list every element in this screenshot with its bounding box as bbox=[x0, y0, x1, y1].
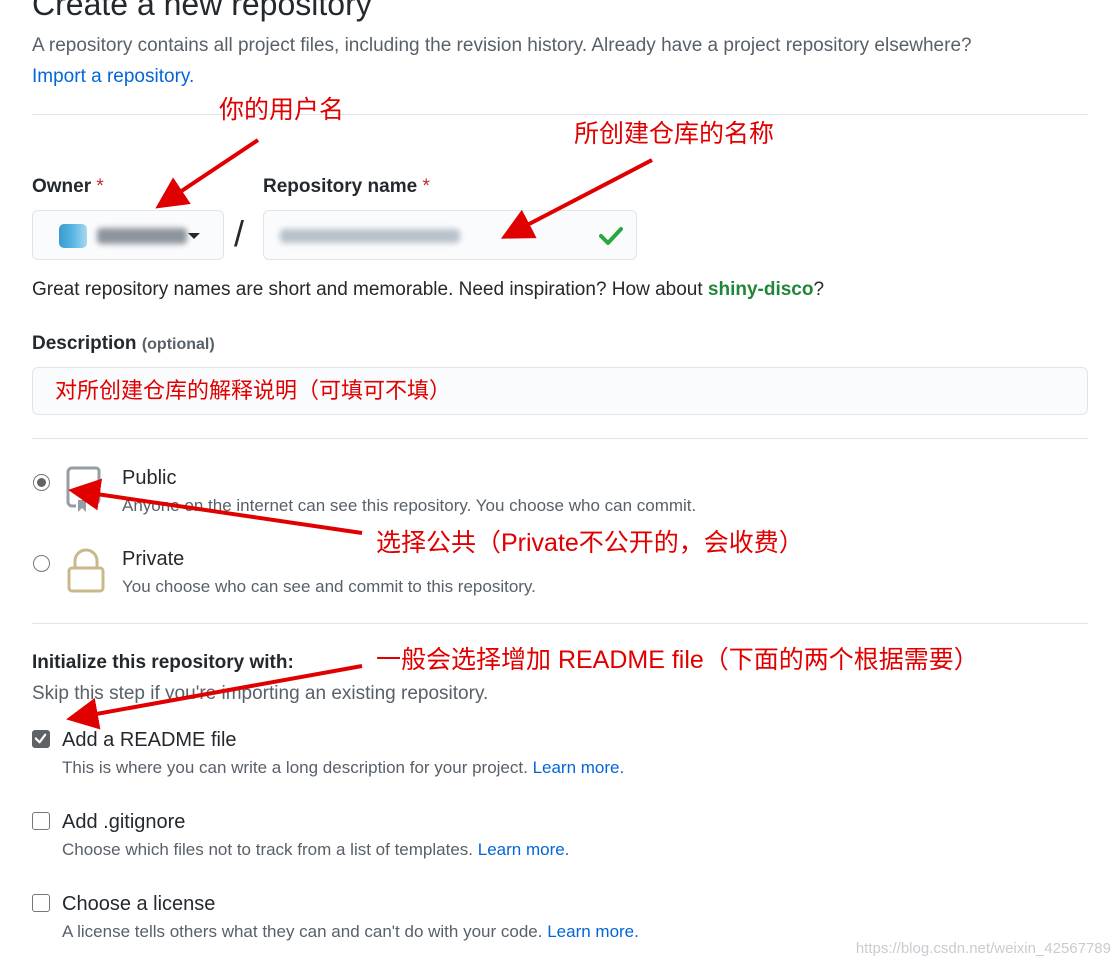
divider bbox=[32, 623, 1088, 624]
repository-name-hint: Great repository names are short and mem… bbox=[32, 279, 825, 300]
gitignore-title: Add .gitignore bbox=[62, 811, 186, 833]
divider bbox=[32, 438, 1088, 439]
gitignore-description: Choose which files not to track from a l… bbox=[62, 840, 570, 859]
repo-icon bbox=[66, 466, 101, 512]
private-description: You choose who can see and commit to thi… bbox=[122, 577, 536, 596]
private-title: Private bbox=[122, 548, 185, 570]
annotation-readme: 一般会选择增加 README file（下面的两个根据需要） bbox=[376, 646, 979, 674]
required-mark: * bbox=[96, 176, 104, 197]
import-repository-link[interactable]: Import a repository. bbox=[32, 65, 194, 89]
description-input[interactable]: 对所创建仓库的解释说明（可填可不填） bbox=[32, 367, 1088, 415]
name-suggestion[interactable]: shiny-disco bbox=[708, 279, 814, 300]
annotation-username: 你的用户名 bbox=[219, 96, 345, 124]
repository-name-label: Repository name * bbox=[263, 176, 430, 197]
license-title: Choose a license bbox=[62, 893, 216, 915]
annotation-repo-name: 所创建仓库的名称 bbox=[574, 120, 775, 148]
watermark: https://blog.csdn.net/weixin_42567789 bbox=[855, 940, 1111, 957]
avatar bbox=[59, 224, 87, 248]
lock-icon bbox=[67, 548, 105, 593]
public-radio[interactable] bbox=[33, 474, 50, 491]
chevron-down-icon bbox=[188, 233, 200, 239]
optional-tag: (optional) bbox=[141, 336, 215, 353]
readme-title: Add a README file bbox=[62, 729, 237, 751]
readme-description: This is where you can write a long descr… bbox=[62, 758, 625, 777]
gitignore-checkbox[interactable] bbox=[32, 812, 50, 830]
owner-select-button[interactable] bbox=[32, 210, 224, 260]
public-description: Anyone on the internet can see this repo… bbox=[122, 496, 697, 515]
private-radio[interactable] bbox=[33, 555, 50, 572]
divider bbox=[32, 114, 1088, 115]
checkmark-icon bbox=[34, 733, 47, 744]
owner-name-redacted bbox=[97, 228, 187, 244]
arrow-to-owner bbox=[155, 138, 260, 209]
readme-learn-more-link[interactable]: Learn more. bbox=[533, 758, 625, 777]
readme-checkbox[interactable] bbox=[32, 730, 50, 748]
repository-name-input[interactable] bbox=[263, 210, 637, 260]
initialize-title: Initialize this repository with: bbox=[32, 652, 294, 673]
license-checkbox[interactable] bbox=[32, 894, 50, 912]
license-description: A license tells others what they can and… bbox=[62, 922, 639, 941]
page-title: Create a new repository bbox=[32, 0, 372, 22]
annotation-public: 选择公共（Private不公开的，会收费） bbox=[376, 529, 804, 557]
owner-repo-separator: / bbox=[234, 213, 245, 254]
intro-text: A repository contains all project files,… bbox=[32, 35, 972, 56]
description-label: Description (optional) bbox=[32, 333, 215, 354]
required-mark: * bbox=[422, 176, 430, 197]
repository-name-redacted bbox=[280, 229, 460, 243]
public-title: Public bbox=[122, 467, 177, 489]
license-learn-more-link[interactable]: Learn more. bbox=[547, 922, 639, 941]
owner-label: Owner * bbox=[32, 176, 104, 197]
check-icon bbox=[599, 227, 623, 245]
gitignore-learn-more-link[interactable]: Learn more. bbox=[478, 840, 570, 859]
initialize-description: Skip this step if you're importing an ex… bbox=[32, 683, 489, 704]
